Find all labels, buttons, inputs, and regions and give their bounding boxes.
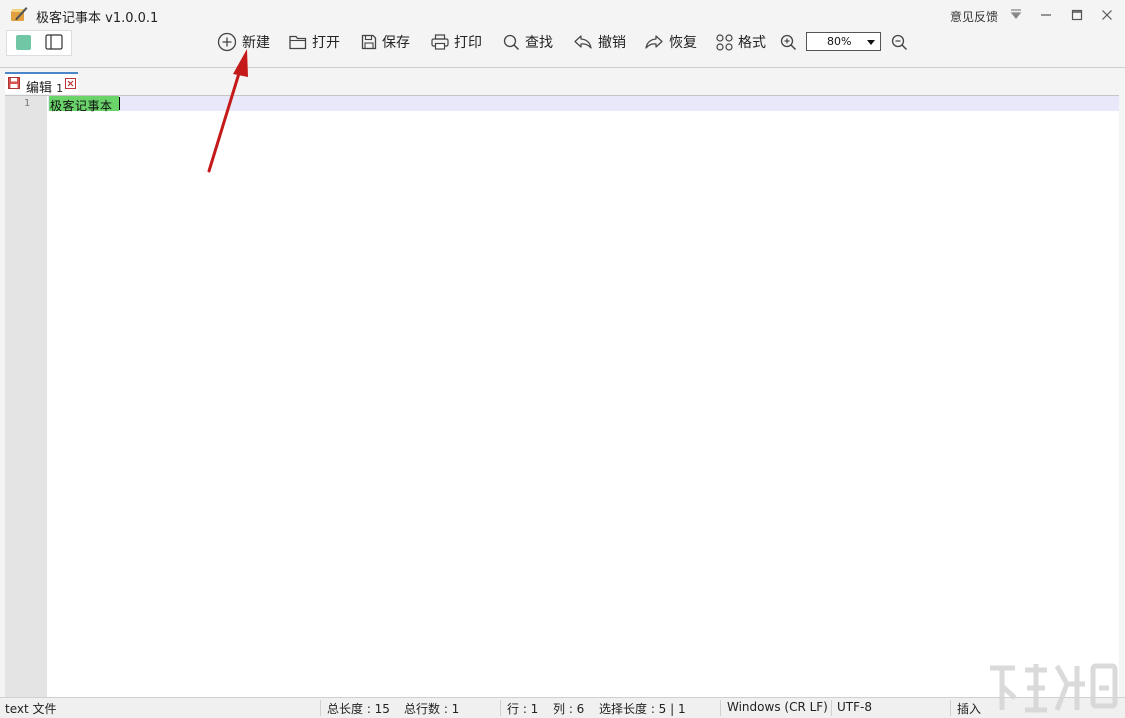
status-encoding[interactable]: UTF-8 — [837, 700, 872, 714]
editor[interactable]: 1 极客记事本 — [5, 95, 1119, 697]
format-label: 格式 — [738, 35, 766, 51]
minimize-icon — [1041, 14, 1051, 16]
folder-icon — [289, 35, 307, 50]
zoom-select[interactable]: 80% — [806, 32, 881, 51]
zoom-out-icon — [891, 34, 908, 50]
maximize-icon — [1071, 9, 1083, 21]
dropdown-triangle-icon[interactable] — [1010, 8, 1022, 20]
undo-label: 撤销 — [598, 35, 626, 51]
save-button[interactable]: 保存 — [361, 30, 410, 54]
format-button[interactable]: 格式 — [716, 30, 766, 54]
status-row: 行 : 1 — [507, 702, 539, 716]
zoom-out-button[interactable] — [891, 30, 913, 54]
open-button[interactable]: 打开 — [289, 30, 340, 54]
status-divider — [950, 700, 951, 716]
status-insert-mode[interactable]: 插入 — [957, 700, 981, 717]
status-col: 列 : 6 — [553, 702, 585, 716]
zoom-in-button[interactable] — [780, 30, 802, 54]
line-number: 1 — [24, 98, 31, 109]
app-title: 极客记事本 v1.0.0.1 — [36, 11, 159, 26]
print-label: 打印 — [454, 35, 482, 51]
zoom-value: 80% — [827, 35, 852, 48]
editor-line[interactable]: 极客记事本 — [50, 97, 113, 114]
maximize-button[interactable] — [1066, 4, 1088, 26]
annotation-arrow-icon — [207, 49, 248, 173]
watermark-logo — [990, 663, 1118, 713]
status-bar: text 文件 总长度 : 15 总行数 : 1 行 : 1 列 : 6 选择长… — [0, 697, 1125, 718]
header-divider — [0, 67, 1125, 68]
printer-icon — [431, 34, 449, 50]
close-button[interactable] — [1096, 4, 1118, 26]
status-total-length: 总长度 : 15 — [327, 702, 390, 716]
close-icon — [1102, 10, 1112, 20]
status-divider — [720, 700, 721, 716]
print-button[interactable]: 打印 — [431, 30, 482, 54]
save-icon — [361, 34, 377, 50]
feedback-link[interactable]: 意见反馈 — [950, 8, 998, 25]
title-bar: 极客记事本 v1.0.0.1 意见反馈 — [0, 0, 1125, 30]
open-label: 打开 — [312, 35, 340, 51]
tab-document-1[interactable]: 编辑 1 — [5, 72, 78, 96]
status-total-lines: 总行数 : 1 — [404, 702, 460, 716]
status-file-type: text 文件 — [5, 702, 57, 716]
redo-label: 恢复 — [669, 35, 697, 51]
chevron-down-icon — [867, 40, 875, 45]
save-label: 保存 — [382, 35, 410, 51]
find-label: 查找 — [525, 35, 553, 51]
status-selection: 选择长度 : 5 | 1 — [599, 702, 686, 716]
save-icon — [8, 77, 20, 89]
redo-icon — [645, 35, 663, 49]
status-divider — [320, 700, 321, 716]
status-divider — [831, 700, 832, 716]
minimize-button[interactable] — [1035, 4, 1057, 26]
tab-close-icon[interactable] — [65, 78, 76, 89]
undo-icon — [574, 35, 592, 49]
app-logo-icon — [11, 7, 28, 21]
status-divider — [500, 700, 501, 716]
grid-icon — [716, 33, 733, 51]
line-number-gutter: 1 — [5, 96, 47, 697]
status-eol[interactable]: Windows (CR LF) — [727, 700, 828, 714]
undo-button[interactable]: 撤销 — [573, 30, 626, 54]
redo-button[interactable]: 恢复 — [644, 30, 697, 54]
tab-label: 编辑 1 — [26, 81, 64, 96]
search-icon — [503, 34, 520, 50]
text-caret — [119, 97, 120, 110]
toolbar: 新建 打开 保存 打印 查找 撤销 恢复 格式 — [0, 28, 1125, 56]
zoom-in-icon — [780, 34, 797, 50]
find-button[interactable]: 查找 — [503, 30, 553, 54]
